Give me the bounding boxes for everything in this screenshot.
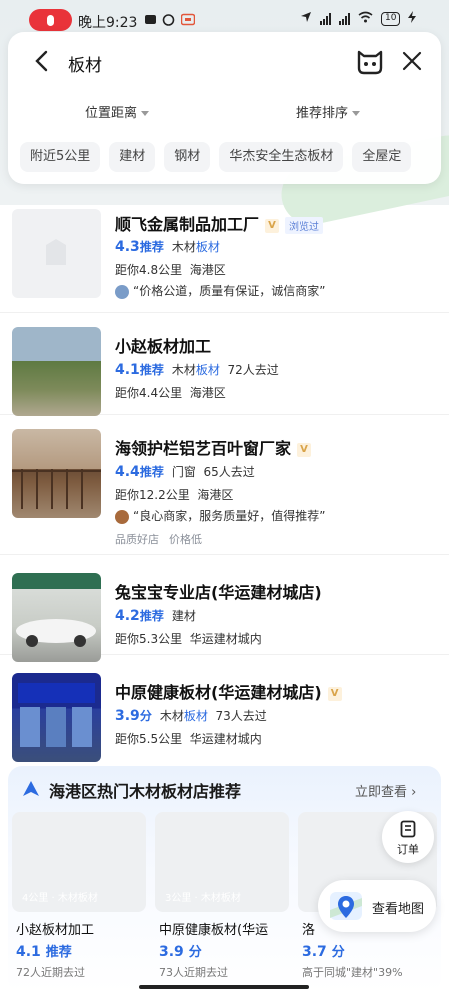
- order-list-icon: [400, 820, 416, 838]
- chip-whole-house[interactable]: 全屋定: [352, 142, 412, 172]
- shop-review-quote: “价格公道，质量有保证，诚信商家”: [115, 282, 325, 299]
- rec-card-name[interactable]: 小赵板材加工: [16, 919, 150, 938]
- shop-location-line: 距你4.4公里 海港区: [115, 386, 226, 400]
- back-arrow-icon: [35, 50, 48, 72]
- charging-icon: [408, 11, 417, 26]
- map-pin-icon: [330, 892, 362, 920]
- chip-row: 附近5公里 建材 钢材 华杰安全生态板材 全屋定: [20, 142, 412, 172]
- app-notification-icon: [144, 13, 157, 26]
- viewed-badge: 浏览过: [285, 217, 324, 234]
- shop-thumbnail-placeholder: [12, 209, 101, 298]
- shop-photo: [12, 327, 101, 416]
- shop-item[interactable]: 小赵板材加工 4.1推荐 木材板材 72人去过 距你4.4公里 海港区: [0, 313, 449, 416]
- recommendation-title: 海港区热门木材板材店推荐: [49, 782, 242, 801]
- wifi-icon: [358, 11, 373, 26]
- shop-location-line: 距你5.5公里 华运建材城内: [115, 732, 262, 746]
- shop-item[interactable]: 海领护栏铝艺百叶窗厂家 V 4.4推荐 门窗 65人去过 距你12.2公里 海港区 …: [0, 415, 449, 555]
- shop-photo: [12, 673, 101, 762]
- back-button[interactable]: [26, 46, 56, 76]
- app-notification-icon-2: [180, 13, 196, 26]
- rec-card-score: 3.9 分: [159, 944, 202, 960]
- rec-card-image[interactable]: 4公里 · 木材板材: [12, 812, 146, 912]
- shop-location-line: 距你12.2公里 海港区: [115, 488, 234, 502]
- shop-feature-tags: 品质好店 价格低: [115, 533, 202, 546]
- status-bar: 晚上9:23 10: [0, 6, 449, 34]
- home-indicator[interactable]: [139, 985, 309, 989]
- verified-badge: V: [265, 218, 280, 233]
- shop-rating-line: 4.1推荐 木材板材 72人去过: [115, 362, 279, 378]
- battery-indicator: 10: [381, 11, 401, 26]
- shop-title: 海领护栏铝艺百叶窗厂家 V: [115, 435, 312, 459]
- rec-card-name[interactable]: 中原健康板材(华运: [159, 919, 293, 938]
- order-button[interactable]: 订单: [382, 811, 434, 863]
- reviewer-avatar: [115, 509, 129, 524]
- search-header-card: 板材 位置距离 推荐排序 附近5公里 建材 钢材 华杰安全生态板材 全屋定: [8, 32, 441, 184]
- shop-rating-line: 4.2推荐 建材: [115, 608, 196, 624]
- shop-photo: [12, 573, 101, 662]
- recording-indicator[interactable]: [29, 9, 72, 31]
- rec-card-visits: 73人近期去过: [159, 966, 228, 979]
- shop-item[interactable]: 中原健康板材(华运建材城店) V 3.9分 木材板材 73人去过 距你5.5公里 华…: [0, 655, 449, 762]
- shop-location-line: 距你4.8公里 海港区: [115, 263, 226, 277]
- rec-card-score: 3.7 分: [302, 944, 345, 960]
- shop-title: 中原健康板材(华运建材城店) V: [115, 679, 342, 703]
- reviewer-avatar: [115, 284, 129, 299]
- rec-card-image[interactable]: 3公里 · 木材板材: [155, 812, 289, 912]
- close-icon: [402, 51, 422, 71]
- filter-sort[interactable]: 推荐排序: [296, 102, 361, 121]
- shop-photo: [12, 429, 101, 518]
- shop-title: 顺飞金属制品加工厂 V 浏览过: [115, 211, 324, 235]
- shop-item[interactable]: 兔宝宝专业店(华运建材城店) 4.2推荐 建材 距你5.3公里 华运建材城内: [0, 555, 449, 662]
- chip-nearby[interactable]: 附近5公里: [20, 142, 101, 172]
- chip-steel[interactable]: 钢材: [164, 142, 211, 172]
- view-now-link[interactable]: 立即查看 ›: [355, 781, 416, 800]
- verified-badge: V: [327, 686, 342, 701]
- shop-item[interactable]: 顺飞金属制品加工厂 V 浏览过 4.3推荐 木材板材 距你4.8公里 海港区 “价格公…: [0, 205, 449, 313]
- view-map-button[interactable]: 查看地图: [318, 880, 436, 932]
- shop-rating-line: 3.9分 木材板材 73人去过: [115, 708, 267, 724]
- rec-card-visits: 72人近期去过: [16, 966, 85, 979]
- location-icon: [300, 11, 312, 26]
- signal-icon-2: [339, 12, 350, 25]
- cat-assistant-icon[interactable]: [355, 46, 385, 76]
- shop-rating-line: 4.4推荐 门窗 65人去过: [115, 464, 255, 480]
- alarm-icon: [162, 13, 175, 26]
- shop-review-quote: “良心商家，服务质量好，值得推荐”: [115, 507, 325, 524]
- amap-logo-icon: [22, 780, 40, 798]
- search-input[interactable]: 板材: [68, 51, 102, 76]
- filter-distance-label: 位置距离: [85, 106, 138, 121]
- view-map-label: 查看地图: [372, 902, 425, 917]
- filter-sort-label: 推荐排序: [296, 106, 349, 121]
- verified-badge: V: [297, 442, 312, 457]
- shop-title: 小赵板材加工: [115, 337, 212, 356]
- status-time: 晚上9:23: [78, 15, 138, 31]
- shop-location-line: 距你5.3公里 华运建材城内: [115, 632, 262, 646]
- chip-brand[interactable]: 华杰安全生态板材: [219, 142, 344, 172]
- shop-title: 兔宝宝专业店(华运建材城店): [115, 583, 322, 602]
- rec-card-compare: 高于同城"建材"39%: [302, 966, 403, 979]
- caret-down-icon: [352, 111, 361, 116]
- signal-icon: [320, 12, 331, 25]
- close-button[interactable]: [397, 46, 427, 76]
- filter-distance[interactable]: 位置距离: [85, 102, 150, 121]
- mic-icon: [47, 14, 54, 26]
- chip-building-material[interactable]: 建材: [109, 142, 156, 172]
- caret-down-icon: [141, 111, 150, 116]
- shop-rating-line: 4.3推荐 木材板材: [115, 239, 220, 255]
- rec-card-score: 4.1 推荐: [16, 944, 72, 960]
- order-button-label: 订单: [397, 843, 419, 856]
